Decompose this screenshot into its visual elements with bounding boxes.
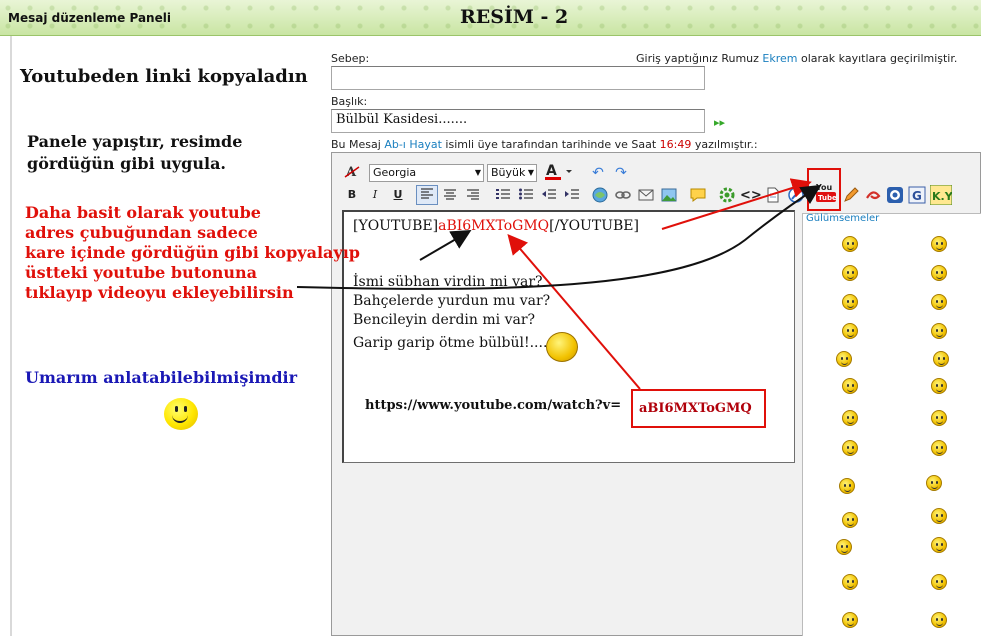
swirl-icon[interactable] [864,186,882,204]
smiley-icon[interactable] [931,378,947,394]
poem-line: Garip garip ötme bülbül!.... [353,335,548,351]
annotation-closing: Umarım anlatabilebilmişimdir [25,368,298,387]
size-select[interactable]: Büyük ▼ [487,164,537,182]
smiley-icon[interactable] [836,351,852,367]
annotation-tip: Daha basit olarak youtube adres çubuğund… [25,203,360,302]
title-label: Başlık: [331,95,368,108]
smiley-icon[interactable] [842,410,858,426]
smiley-icon[interactable] [931,410,947,426]
smiley-icon[interactable] [842,265,858,281]
align-right-icon[interactable] [464,187,482,205]
smiley-icon[interactable] [842,294,858,310]
reason-input[interactable] [331,66,705,90]
indent-icon[interactable] [563,187,581,205]
smiley-icon[interactable] [931,574,947,590]
svg-text:A: A [546,163,557,179]
svg-text:K.Y: K.Y [932,190,952,203]
title-input[interactable]: Bülbül Kasidesi....... [331,109,705,133]
ky-icon[interactable]: K.Y [929,184,954,206]
bold-button[interactable]: B [343,186,361,204]
login-user-link[interactable]: Ekrem [762,52,797,65]
google-label: G [912,189,922,203]
image-title: RESİM - 2 [460,6,569,28]
smiley-icon[interactable] [842,440,858,456]
help-icon[interactable] [787,186,805,204]
link-icon[interactable] [591,186,609,204]
redo-icon[interactable]: ↷ [612,164,630,182]
poem-line: Bahçelerde yurdun mu var? [353,293,551,309]
smiley-icon[interactable] [931,440,947,456]
media-player-icon[interactable] [886,186,904,204]
smiley-icon[interactable] [931,294,947,310]
quote-icon[interactable] [689,186,707,204]
unordered-list-icon[interactable] [517,187,535,205]
remove-format-icon[interactable]: A [343,163,361,181]
settings-icon[interactable] [718,186,736,204]
poem-line: İsmi sübhan virdin mi var? [353,274,543,290]
undo-icon[interactable]: ↶ [589,164,607,182]
code-button[interactable]: <> [740,187,762,205]
smiley-icon[interactable] [836,539,852,555]
smiley-panel [802,213,981,636]
smiley-icon[interactable] [842,236,858,252]
worried-smiley-icon [546,332,578,362]
ordered-list-icon[interactable] [494,187,512,205]
document-icon[interactable] [764,186,782,204]
smiley-icon[interactable] [931,236,947,252]
message-time: 16:49 [659,138,692,151]
pencil-icon[interactable] [842,186,860,204]
font-select[interactable]: Georgia ▼ [369,164,484,182]
youtube-highlight-box [807,168,841,211]
unlink-icon[interactable] [614,186,632,204]
outdent-icon[interactable] [540,187,558,205]
smiley-icon[interactable] [931,508,947,524]
google-icon[interactable]: G [908,186,926,204]
image-icon[interactable] [660,186,678,204]
smiley-icon[interactable] [933,351,949,367]
youtube-tag-line: [YOUTUBE]aBI6MXToGMQ[/YOUTUBE] [353,218,639,234]
smiley-icon[interactable] [842,612,858,628]
poem-line: Bencileyin derdin mi var? [353,312,536,328]
youtube-url-text: https://www.youtube.com/watch?v= [365,398,622,413]
poem-lines: İsmi sübhan virdin mi var? Bahçelerde yu… [353,273,550,353]
smiley-icon[interactable] [842,378,858,394]
smiley-icon[interactable] [931,265,947,281]
message-user-link[interactable]: Ab-ı Hayat [384,138,442,151]
smiley-icon[interactable] [931,537,947,553]
header-bar: Mesaj düzenleme Paneli RESİM - 2 [0,0,981,36]
go-arrow-icon[interactable]: ▸▸ [714,116,725,129]
smiley-icon[interactable] [842,574,858,590]
smiley-icon[interactable] [842,512,858,528]
smiley-icon[interactable] [842,323,858,339]
align-center-icon[interactable] [441,187,459,205]
annotation-step2: Panele yapıştır, resimde gördüğün gibi u… [27,132,243,173]
underline-button[interactable]: U [389,186,407,204]
login-info: Giriş yaptığınız Rumuz Ekrem olarak kayı… [636,52,958,65]
italic-button[interactable]: I [366,186,384,204]
annotation-step1: Youtubeden linki kopyaladın [20,66,308,87]
panel-title: Mesaj düzenleme Paneli [8,11,171,25]
message-info: Bu Mesaj Ab-ı Hayat isimli üye tarafında… [331,138,758,151]
left-border [10,36,12,636]
smiley-icon[interactable] [926,475,942,491]
smiley-panel-title: Gülümsemeler [806,213,880,224]
align-left-icon[interactable] [416,185,438,205]
text-color-icon[interactable]: A [544,161,574,180]
big-smiley-icon [164,398,198,430]
smiley-icon[interactable] [931,323,947,339]
video-id-highlight-box: aBI6MXToGMQ [631,389,766,428]
reason-label: Sebep: [331,52,370,65]
smiley-icon[interactable] [839,478,855,494]
smiley-icon[interactable] [931,612,947,628]
email-icon[interactable] [637,186,655,204]
